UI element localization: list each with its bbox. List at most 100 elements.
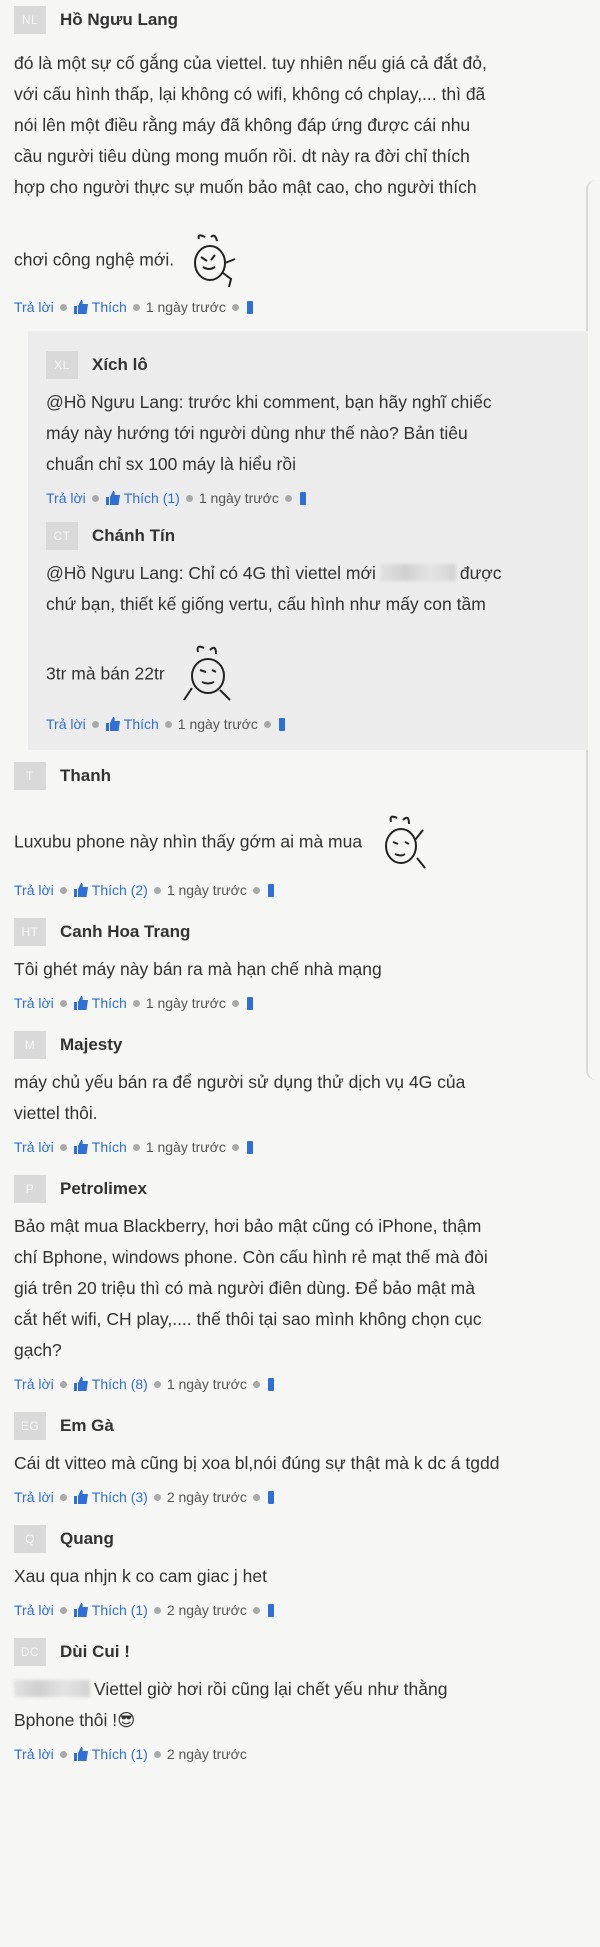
report-flag-icon[interactable] [267, 1377, 274, 1391]
report-flag-icon[interactable] [267, 1603, 274, 1617]
comment-author[interactable]: Hồ Ngưu Lang [60, 10, 178, 30]
report-flag-icon[interactable] [246, 996, 253, 1010]
separator-dot [59, 1143, 67, 1151]
comment-time: 1 ngày trước [166, 1376, 247, 1392]
reply-link[interactable]: Trả lời [46, 490, 86, 506]
comment-text: Xau qua nhjn k co cam giac j het [14, 1561, 588, 1592]
comment-author[interactable]: Majesty [60, 1035, 122, 1055]
comment-time: 1 ngày trước [166, 882, 247, 898]
like-button[interactable]: Thích (1) [105, 490, 180, 506]
thumbs-up-icon [105, 717, 120, 731]
like-label: Thích [123, 716, 159, 732]
avatar: EG [14, 1412, 46, 1440]
comment-author[interactable]: Petrolimex [60, 1179, 147, 1199]
like-button[interactable]: Thích (3) [73, 1489, 148, 1505]
separator-dot [132, 303, 140, 311]
comment-time: 2 ngày trước [166, 1602, 247, 1618]
comment-line: Tôi ghét máy này bán ra mà hạn chế nhà m… [14, 959, 382, 979]
report-flag-icon[interactable] [278, 717, 285, 731]
comment-text: Viettel giờ hơi rồi cũng lại chết yếu nh… [14, 1674, 588, 1736]
comment-time: 1 ngày trước [198, 490, 279, 506]
comment-actions: Trả lời Thích (3) 2 ngày trước [14, 1483, 588, 1511]
comment-actions: Trả lời Thích (1) 1 ngày trước [46, 484, 578, 512]
comment-line: chuẩn chỉ sx 100 máy là hiểu rồi [46, 454, 296, 474]
like-button[interactable]: Thích [73, 995, 127, 1011]
separator-dot [231, 1143, 239, 1151]
comment-line: chí Bphone, windows phone. Còn cấu hình … [14, 1247, 488, 1267]
like-button[interactable]: Thích [73, 299, 127, 315]
comment-author[interactable]: Em Gà [60, 1416, 114, 1436]
like-label: Thích [91, 299, 127, 315]
separator-dot [91, 720, 99, 728]
comment-text: @Hồ Ngưu Lang: Chỉ có 4G thì viettel mới… [46, 558, 578, 706]
pointing-bunny-sticker [182, 645, 231, 701]
reply-link[interactable]: Trả lời [14, 995, 54, 1011]
comment-actions: Trả lời Thích (1) 2 ngày trước [14, 1596, 588, 1624]
report-flag-icon[interactable] [246, 300, 253, 314]
reply-link[interactable]: Trả lời [14, 1489, 54, 1505]
like-count: (3) [130, 1489, 148, 1505]
separator-dot [59, 1606, 67, 1614]
like-count: (2) [130, 882, 148, 898]
thumbs-up-icon [73, 1603, 88, 1617]
report-flag-icon[interactable] [299, 491, 306, 505]
comment-author[interactable]: Dùi Cui ! [60, 1642, 130, 1662]
separator-dot [132, 1143, 140, 1151]
like-button[interactable]: Thích (8) [73, 1376, 148, 1392]
comment-line: đó là một sự cố gắng của viettel. tuy nh… [14, 53, 487, 73]
reply-link[interactable]: Trả lời [46, 716, 86, 732]
comment-actions: Trả lời Thích 1 ngày trước [14, 1133, 588, 1161]
like-button[interactable]: Thích [73, 1139, 127, 1155]
comment-actions: Trả lời Thích (1) 2 ngày trước [14, 1740, 588, 1768]
report-flag-icon[interactable] [246, 1140, 253, 1154]
comment: NL Hồ Ngưu Lang đó là một sự cố gắng của… [14, 0, 588, 750]
reply-link[interactable]: Trả lời [14, 1746, 54, 1762]
reply-link[interactable]: Trả lời [14, 299, 54, 315]
report-flag-icon[interactable] [267, 883, 274, 897]
like-label: Thích [91, 882, 127, 898]
separator-dot [132, 999, 140, 1007]
comment-author[interactable]: Thanh [60, 766, 111, 786]
separator-dot [59, 886, 67, 894]
comment-line: cắt hết wifi, CH play,.... thế thôi tại … [14, 1309, 482, 1329]
like-button[interactable]: Thích (1) [73, 1746, 148, 1762]
like-label: Thích [91, 1602, 127, 1618]
comment: Q Quang Xau qua nhjn k co cam giac j het… [14, 1511, 588, 1624]
like-label: Thích [91, 1139, 127, 1155]
comment-author[interactable]: Quang [60, 1529, 114, 1549]
reply-link[interactable]: Trả lời [14, 1602, 54, 1618]
comment-line: chơi công nghệ mới. [14, 249, 175, 270]
comment-author[interactable]: Chánh Tín [92, 526, 175, 546]
censored-text [379, 564, 456, 581]
like-button[interactable]: Thích (1) [73, 1602, 148, 1618]
cool-emoji: 😎 [117, 1710, 136, 1730]
comment-actions: Trả lời Thích (2) 1 ngày trước [14, 876, 588, 904]
avatar: XL [46, 351, 78, 379]
like-count: (1) [130, 1746, 148, 1762]
comment-author[interactable]: Canh Hoa Trang [60, 922, 190, 942]
comment-time: 1 ngày trước [177, 716, 258, 732]
separator-dot [231, 999, 239, 1007]
avatar: T [14, 762, 46, 790]
like-button[interactable]: Thích (2) [73, 882, 148, 898]
reply-link[interactable]: Trả lời [14, 1139, 54, 1155]
report-flag-icon[interactable] [267, 1490, 274, 1504]
separator-dot [185, 494, 193, 502]
comment: P Petrolimex Bảo mật mua Blackberry, hơi… [14, 1161, 588, 1398]
comment-text: máy chủ yếu bán ra để người sử dụng thử … [14, 1067, 588, 1129]
separator-dot [252, 1606, 260, 1614]
comment: DC Dùi Cui ! Viettel giờ hơi rồi cũng lạ… [14, 1624, 588, 1768]
thumbs-up-icon [73, 996, 88, 1010]
thumbs-up-icon [73, 300, 88, 314]
reply-link[interactable]: Trả lời [14, 1376, 54, 1392]
comment-author[interactable]: Xích lô [92, 355, 148, 375]
comment-line: gạch? [14, 1340, 62, 1360]
reply-link[interactable]: Trả lời [14, 882, 54, 898]
avatar: CT [46, 522, 78, 550]
comment-text: @Hồ Ngưu Lang: trước khi comment, bạn hã… [46, 387, 578, 480]
confused-bunny-sticker [194, 234, 236, 288]
like-count: (1) [162, 490, 180, 506]
comment-text: đó là một sự cố gắng của viettel. tuy nh… [14, 48, 588, 289]
like-button[interactable]: Thích [105, 716, 159, 732]
like-label: Thích [91, 1489, 127, 1505]
